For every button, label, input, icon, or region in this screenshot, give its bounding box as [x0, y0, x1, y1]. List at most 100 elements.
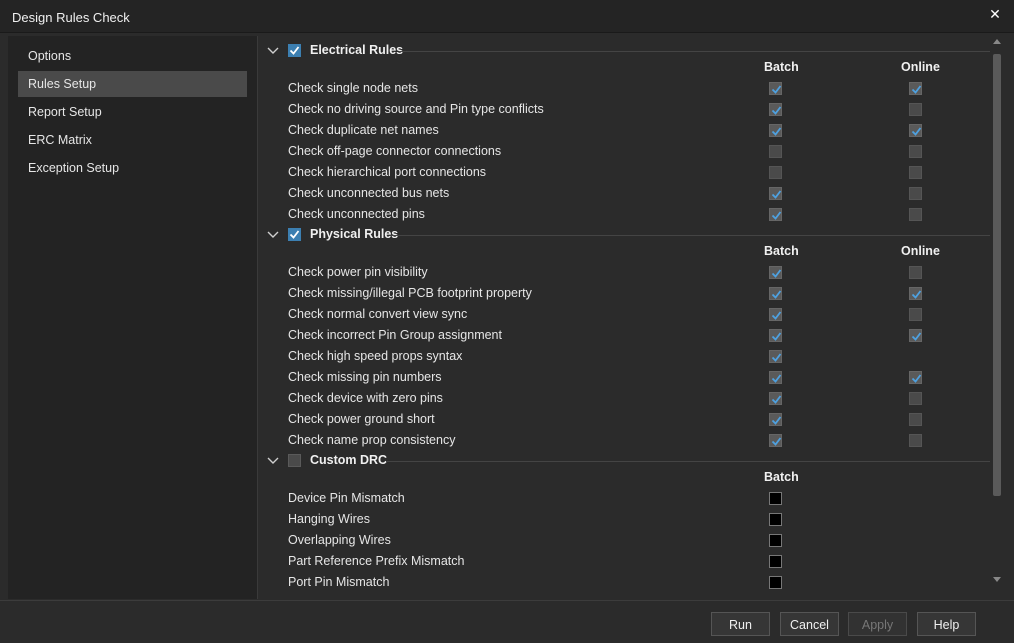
sidebar-item-options[interactable]: Options	[18, 43, 247, 69]
rule-label: Check normal convert view sync	[288, 307, 468, 321]
batch-checkbox[interactable]	[769, 371, 782, 384]
rule-label: Check device with zero pins	[288, 391, 443, 405]
online-column-header: Online	[901, 60, 940, 74]
sidebar-item-report-setup[interactable]: Report Setup	[18, 99, 247, 125]
online-checkbox[interactable]	[909, 308, 922, 321]
batch-checkbox[interactable]	[769, 555, 782, 568]
checkmark-icon	[911, 85, 922, 94]
batch-checkbox[interactable]	[769, 413, 782, 426]
rule-label: Check hierarchical port connections	[288, 165, 487, 179]
batch-checkbox[interactable]	[769, 308, 782, 321]
batch-checkbox[interactable]	[769, 287, 782, 300]
batch-checkbox[interactable]	[769, 187, 782, 200]
rule-label: Check unconnected pins	[288, 207, 425, 221]
scroll-down-icon[interactable]	[993, 577, 1001, 582]
checkmark-icon	[771, 416, 782, 425]
rule-label: Check name prop consistency	[288, 433, 456, 447]
sidebar-item-rules-setup[interactable]: Rules Setup	[18, 71, 247, 97]
batch-column-header: Batch	[764, 470, 799, 484]
batch-checkbox[interactable]	[769, 513, 782, 526]
batch-checkbox[interactable]	[769, 208, 782, 221]
checkmark-icon	[771, 332, 782, 341]
batch-checkbox[interactable]	[769, 434, 782, 447]
checkmark-icon	[771, 190, 782, 199]
batch-checkbox[interactable]	[769, 145, 782, 158]
batch-column-header: Batch	[764, 244, 799, 258]
apply-button[interactable]: Apply	[848, 612, 907, 636]
online-checkbox[interactable]	[909, 103, 922, 116]
rule-label: Part Reference Prefix Mismatch	[288, 554, 465, 568]
batch-checkbox[interactable]	[769, 103, 782, 116]
checkmark-icon	[771, 374, 782, 383]
footer: Run Cancel Apply Help	[0, 600, 1014, 643]
cancel-button[interactable]: Cancel	[780, 612, 839, 636]
section-divider	[400, 51, 990, 52]
checkmark-icon	[771, 290, 782, 299]
batch-column-header: Batch	[764, 60, 799, 74]
online-checkbox[interactable]	[909, 187, 922, 200]
section-header: Electrical Rules	[258, 40, 990, 62]
help-button[interactable]: Help	[917, 612, 976, 636]
section-checkbox[interactable]	[288, 228, 301, 241]
run-button[interactable]: Run	[711, 612, 770, 636]
checkmark-icon	[771, 127, 782, 136]
rule-label: Check unconnected bus nets	[288, 186, 450, 200]
rule-label: Check power ground short	[288, 412, 435, 426]
online-checkbox[interactable]	[909, 266, 922, 279]
checkmark-icon	[771, 437, 782, 446]
checkmark-icon	[771, 211, 782, 220]
checkmark-icon	[771, 269, 782, 278]
online-checkbox[interactable]	[909, 287, 922, 300]
rules-panel: Electrical Rules Batch Online Check single …	[258, 36, 990, 599]
scrollbar-thumb[interactable]	[993, 54, 1001, 496]
checkmark-icon	[289, 46, 300, 55]
online-checkbox[interactable]	[909, 434, 922, 447]
scroll-up-icon[interactable]	[993, 39, 1001, 44]
online-checkbox[interactable]	[909, 371, 922, 384]
rule-label: Check power pin visibility	[288, 265, 428, 279]
batch-checkbox[interactable]	[769, 392, 782, 405]
batch-checkbox[interactable]	[769, 266, 782, 279]
section-title: Custom DRC	[310, 453, 388, 467]
online-checkbox[interactable]	[909, 208, 922, 221]
rule-label: Check high speed props syntax	[288, 349, 463, 363]
checkmark-icon	[771, 353, 782, 362]
rule-label: Device Pin Mismatch	[288, 491, 405, 505]
batch-checkbox[interactable]	[769, 329, 782, 342]
online-column-header: Online	[901, 244, 940, 258]
batch-checkbox[interactable]	[769, 576, 782, 589]
checkmark-icon	[911, 127, 922, 136]
online-checkbox[interactable]	[909, 329, 922, 342]
online-checkbox[interactable]	[909, 124, 922, 137]
rule-label: Check incorrect Pin Group assignment	[288, 328, 502, 342]
rule-label: Check missing/illegal PCB footprint prop…	[288, 286, 532, 300]
batch-checkbox[interactable]	[769, 124, 782, 137]
batch-checkbox[interactable]	[769, 492, 782, 505]
online-checkbox[interactable]	[909, 145, 922, 158]
vertical-scrollbar[interactable]	[990, 36, 1004, 585]
batch-checkbox[interactable]	[769, 166, 782, 179]
section-divider	[386, 461, 990, 462]
rule-label: Check duplicate net names	[288, 123, 439, 137]
rule-label: Check missing pin numbers	[288, 370, 442, 384]
checkmark-icon	[771, 85, 782, 94]
online-checkbox[interactable]	[909, 82, 922, 95]
batch-checkbox[interactable]	[769, 534, 782, 547]
sidebar-item-exception-setup[interactable]: Exception Setup	[18, 155, 247, 181]
section-checkbox[interactable]	[288, 44, 301, 57]
chevron-down-icon[interactable]	[266, 454, 280, 468]
section-checkbox[interactable]	[288, 454, 301, 467]
checkmark-icon	[771, 395, 782, 404]
online-checkbox[interactable]	[909, 413, 922, 426]
chevron-down-icon[interactable]	[266, 44, 280, 58]
section-divider	[390, 235, 990, 236]
batch-checkbox[interactable]	[769, 82, 782, 95]
batch-checkbox[interactable]	[769, 350, 782, 363]
online-checkbox[interactable]	[909, 392, 922, 405]
sidebar-item-erc-matrix[interactable]: ERC Matrix	[18, 127, 247, 153]
close-icon[interactable]: ✕	[986, 5, 1004, 23]
title-bar: Design Rules Check ✕	[0, 0, 1014, 33]
section-title: Physical Rules	[310, 227, 399, 241]
chevron-down-icon[interactable]	[266, 228, 280, 242]
online-checkbox[interactable]	[909, 166, 922, 179]
